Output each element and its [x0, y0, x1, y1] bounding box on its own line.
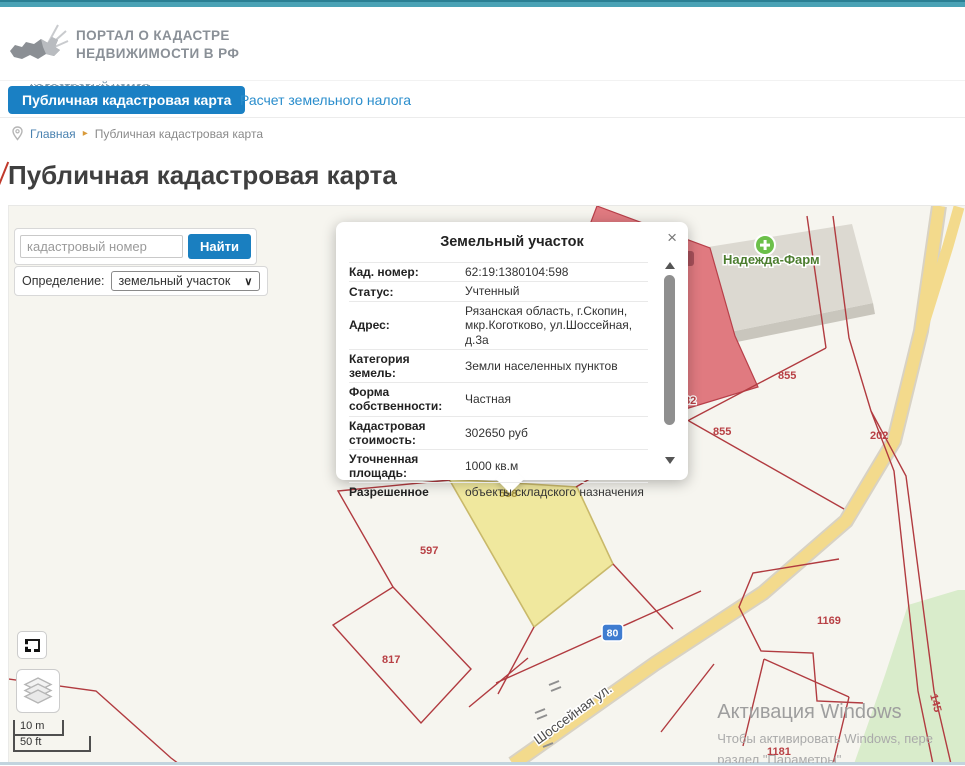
road-number-badge: 80 — [602, 624, 623, 641]
table-row: Статус: Учтенный — [349, 281, 648, 300]
filter-panel: Определение: земельный участок ∨ — [14, 266, 268, 296]
table-row: Уточненная площадь: 1000 кв.м — [349, 449, 648, 482]
popup-scrollbar — [663, 262, 676, 464]
breadcrumb: Главная ▸ Публичная кадастровая карта — [12, 126, 263, 141]
scroll-up-icon[interactable] — [665, 262, 675, 269]
popup-title: Земельный участок — [336, 222, 688, 250]
parcel-label-855a: 855 — [778, 370, 796, 382]
extent-tool-button[interactable] — [17, 631, 47, 659]
parcel-label-1181: 1181 — [767, 746, 791, 758]
table-row: Форма собственности: Частная — [349, 382, 648, 415]
cadastral-number-input[interactable] — [20, 235, 183, 258]
scale-imperial: 50 ft — [13, 736, 91, 752]
popup-attribute-table: Кад. номер: 62:19:1380104:598 Статус: Уч… — [349, 262, 648, 502]
svg-text:80: 80 — [607, 628, 619, 640]
top-teal-bar — [0, 0, 965, 7]
chevron-down-icon: ∨ — [244, 275, 252, 288]
page-title: Публичная кадастровая карта — [8, 160, 397, 191]
table-row: Кад. номер: 62:19:1380104:598 — [349, 262, 648, 281]
logo-text: ПОРТАЛ О КАДАСТРЕ НЕДВИЖИМОСТИ В РФ — [76, 27, 239, 63]
scroll-down-icon[interactable] — [665, 457, 675, 464]
tab-bar: кадастровый номер Публичная кадастровая … — [0, 79, 965, 118]
parcel-label-817: 817 — [382, 654, 400, 666]
parcel-label-855b: 855 — [713, 426, 731, 438]
breadcrumb-separator: ▸ — [83, 128, 88, 139]
cadastral-portal-page: ПОРТАЛ О КАДАСТРЕ НЕДВИЖИМОСТИ В РФ када… — [0, 0, 965, 766]
extent-icon — [25, 639, 40, 652]
object-type-select[interactable]: земельный участок ∨ — [111, 271, 261, 291]
parcel-label-202: 202 — [870, 430, 888, 442]
scale-metric: 10 m — [13, 720, 64, 736]
filter-label: Определение: — [22, 274, 105, 288]
breadcrumb-current: Публичная кадастровая карта — [95, 127, 263, 141]
hidden-link-fragment[interactable]: кадастровый номер — [30, 79, 150, 86]
table-row: Адрес: Рязанская область, г.Скопин, мкр.… — [349, 301, 648, 349]
russia-map-icon — [8, 17, 70, 73]
table-row: Категория земель: Земли населенных пункт… — [349, 349, 648, 382]
parcel-label-1169: 1169 — [817, 615, 841, 627]
tab-land-tax-calc[interactable]: Расчет земельного налога — [240, 92, 411, 108]
table-row: Кадастровая стоимость: 302650 руб — [349, 416, 648, 449]
layers-icon — [22, 676, 54, 706]
close-icon[interactable]: × — [667, 229, 677, 246]
map-bottom-border — [0, 762, 965, 765]
pharmacy-label: Надежда-Фарм — [723, 252, 820, 267]
layers-button[interactable] — [16, 669, 60, 713]
search-panel: Найти — [14, 228, 257, 265]
site-logo[interactable]: ПОРТАЛ О КАДАСТРЕ НЕДВИЖИМОСТИ В РФ — [8, 14, 239, 76]
map-scale: 10 m 50 ft — [13, 720, 91, 752]
find-button[interactable]: Найти — [188, 234, 251, 259]
pin-icon — [12, 126, 23, 141]
scrollbar-thumb[interactable] — [664, 275, 675, 425]
parcel-info-popup: Земельный участок × Кад. номер: 62:19:13… — [336, 222, 688, 480]
table-row: Разрешенное объекты складского назначени… — [349, 482, 648, 501]
tab-public-cadastral-map[interactable]: Публичная кадастровая карта — [8, 86, 245, 114]
parcel-label-597: 597 — [420, 545, 438, 557]
breadcrumb-home[interactable]: Главная — [30, 127, 76, 141]
